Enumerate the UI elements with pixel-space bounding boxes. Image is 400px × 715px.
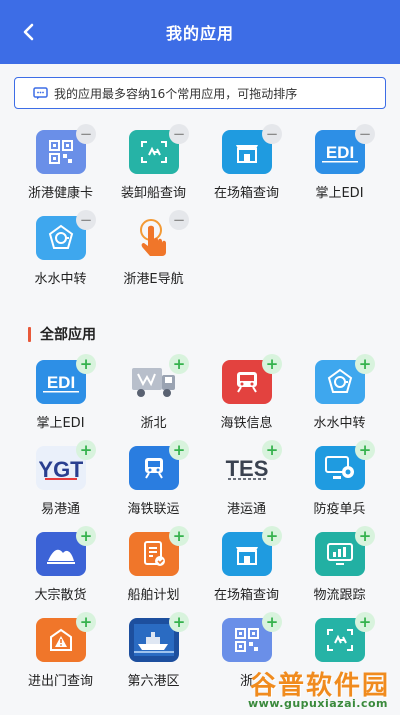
- app-label: 掌上EDI: [36, 416, 85, 431]
- remove-app-button[interactable]: −: [355, 124, 375, 144]
- app-tile-浙港健康卡[interactable]: 浙港健康卡 −: [14, 124, 107, 210]
- add-app-button[interactable]: +: [169, 612, 189, 632]
- remove-app-button[interactable]: −: [76, 124, 96, 144]
- app-label: 在场箱查询: [213, 588, 279, 603]
- all-apps-heading: 全部应用: [28, 324, 400, 344]
- page-title: 我的应用: [165, 24, 234, 43]
- add-app-button[interactable]: +: [355, 440, 375, 460]
- add-app-button[interactable]: +: [169, 440, 189, 460]
- app-label: 掌上EDI: [315, 186, 364, 201]
- app-label: 海铁信息: [220, 416, 273, 431]
- app-label: 水水中转: [313, 416, 366, 431]
- remove-app-button[interactable]: −: [262, 124, 282, 144]
- app-label: 第六港区: [127, 674, 180, 689]
- app-label: 装卸船查询: [120, 186, 186, 201]
- remove-app-button[interactable]: −: [169, 210, 189, 230]
- app-label: 进出门查询: [27, 674, 93, 689]
- notice-text: 我的应用最多容纳16个常用应用，可拖动排序: [54, 86, 298, 101]
- my-apps-grid: 浙港健康卡 − 装卸船查询 − 在场箱查询 − EDI 掌上EDI − 水水中转 − 浙港E导航 −: [0, 124, 400, 296]
- app-tile-海铁信息[interactable]: 海铁信息 +: [200, 354, 293, 440]
- app-tile-防疫单兵[interactable]: 防疫单兵 +: [293, 440, 386, 526]
- chevron-left-icon: [23, 23, 34, 41]
- app-label: 易港通: [40, 502, 80, 517]
- add-app-button[interactable]: +: [76, 440, 96, 460]
- add-app-button[interactable]: +: [355, 526, 375, 546]
- app-tile-浙港E导航[interactable]: 浙港E导航 −: [107, 210, 200, 296]
- svg-text:EDI: EDI: [46, 373, 74, 392]
- watermark-url: www.gupuxiazai.com: [248, 697, 388, 710]
- app-tile-装卸船查询[interactable]: 装卸船查询 −: [107, 124, 200, 210]
- section-accent-bar: [28, 326, 31, 342]
- add-app-button[interactable]: +: [76, 354, 96, 374]
- app-tile-船舶计划[interactable]: 船舶计划 +: [107, 526, 200, 612]
- app-label: 防疫单兵: [313, 502, 366, 517]
- app-label: 物流跟踪: [313, 588, 366, 603]
- capacity-notice: 我的应用最多容纳16个常用应用，可拖动排序: [14, 77, 386, 109]
- app-tile-在场箱查询[interactable]: 在场箱查询 −: [200, 124, 293, 210]
- app-label: 在场箱查询: [213, 186, 279, 201]
- add-app-button[interactable]: +: [262, 354, 282, 374]
- app-tile-港运通[interactable]: TES 港运通 +: [200, 440, 293, 526]
- section-title-text: 全部应用: [40, 327, 96, 343]
- site-watermark: 谷普软件园 www.gupuxiazai.com: [214, 665, 394, 713]
- add-app-button[interactable]: +: [262, 526, 282, 546]
- app-label: 海铁联运: [127, 502, 180, 517]
- remove-app-button[interactable]: −: [169, 124, 189, 144]
- app-label: 浙北: [140, 416, 167, 431]
- message-icon: [33, 86, 48, 99]
- app-label: 浙港健康卡: [27, 186, 93, 201]
- app-page: { "header": { "title": "我的应用" }, "notice…: [0, 0, 400, 715]
- app-tile-进出门查询[interactable]: 进出门查询 +: [14, 612, 107, 698]
- svg-text:EDI: EDI: [325, 143, 353, 162]
- all-apps-grid: EDI 掌上EDI + 浙北 + 海铁信息 + 水水中转 + YGT 易港通 + 海铁联运 + TES 港运通…: [0, 354, 400, 698]
- app-tile-浙北[interactable]: 浙北 +: [107, 354, 200, 440]
- app-header: 我的应用: [0, 0, 400, 64]
- app-label: 港运通: [226, 502, 266, 517]
- app-label: 水水中转: [34, 272, 87, 287]
- app-tile-易港通[interactable]: YGT 易港通 +: [14, 440, 107, 526]
- add-app-button[interactable]: +: [262, 612, 282, 632]
- add-app-button[interactable]: +: [355, 354, 375, 374]
- back-button[interactable]: [14, 18, 42, 46]
- app-tile-在场箱查询[interactable]: 在场箱查询 +: [200, 526, 293, 612]
- add-app-button[interactable]: +: [76, 526, 96, 546]
- app-tile-大宗散货[interactable]: 大宗散货 +: [14, 526, 107, 612]
- app-label: 船舶计划: [127, 588, 180, 603]
- app-tile-水水中转[interactable]: 水水中转 +: [293, 354, 386, 440]
- app-tile-海铁联运[interactable]: 海铁联运 +: [107, 440, 200, 526]
- app-tile-掌上EDI[interactable]: EDI 掌上EDI +: [14, 354, 107, 440]
- add-app-button[interactable]: +: [76, 612, 96, 632]
- app-tile-水水中转[interactable]: 水水中转 −: [14, 210, 107, 296]
- app-label: 大宗散货: [34, 588, 87, 603]
- svg-text:TES: TES: [225, 456, 268, 481]
- app-tile-物流跟踪[interactable]: 物流跟踪 +: [293, 526, 386, 612]
- add-app-button[interactable]: +: [169, 354, 189, 374]
- add-app-button[interactable]: +: [262, 440, 282, 460]
- app-tile-掌上EDI[interactable]: EDI 掌上EDI −: [293, 124, 386, 210]
- app-label: 浙港E导航: [123, 272, 184, 287]
- app-tile-第六港区[interactable]: 第六港区 +: [107, 612, 200, 698]
- add-app-button[interactable]: +: [169, 526, 189, 546]
- remove-app-button[interactable]: −: [76, 210, 96, 230]
- add-app-button[interactable]: +: [355, 612, 375, 632]
